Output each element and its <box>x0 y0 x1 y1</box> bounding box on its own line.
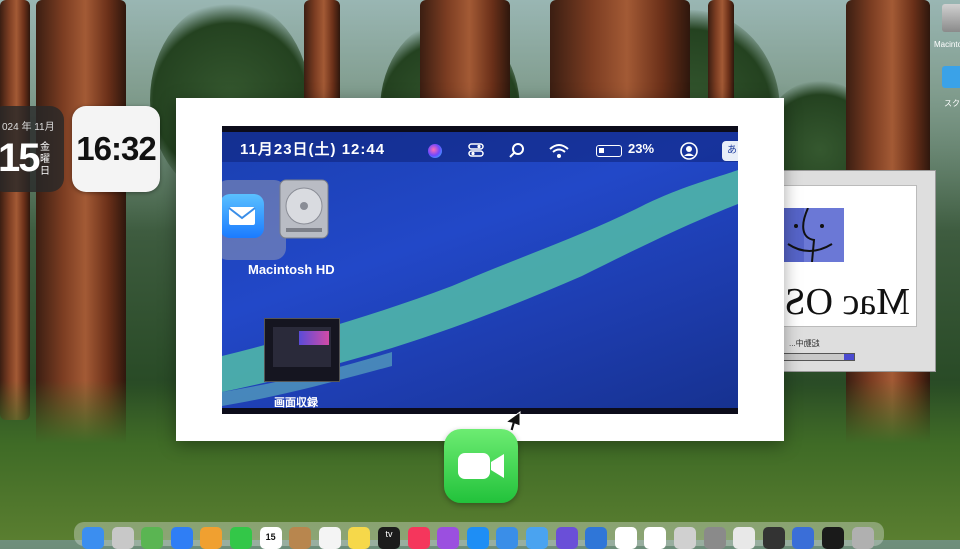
calendar-month: 024 年 11月 <box>2 122 55 133</box>
recorded-screen: 11月23日(土) 12:44 23% あ Macintosh HD 画面収録 <box>222 126 738 414</box>
facetime-icon[interactable] <box>444 429 518 503</box>
calendar-weekday: 金曜日 <box>40 142 50 177</box>
imovie-icon[interactable] <box>555 527 578 549</box>
settings-icon[interactable] <box>703 527 726 549</box>
calendar-icon[interactable]: 15 <box>259 527 282 549</box>
screen-recording-window[interactable]: 11月23日(土) 12:44 23% あ Macintosh HD 画面収録 <box>176 98 784 441</box>
launchpad-icon[interactable] <box>111 527 134 549</box>
podcasts-icon[interactable] <box>437 527 460 549</box>
recorded-menubar: 11月23日(土) 12:44 23% あ <box>222 132 738 162</box>
menubar-datetime: 11月23日(土) 12:44 <box>240 141 386 158</box>
input-source-indicator[interactable]: あ <box>722 141 738 161</box>
screen-recording-thumbnail[interactable] <box>264 318 340 382</box>
utm-icon[interactable] <box>792 527 815 549</box>
mail-icon[interactable] <box>496 527 519 549</box>
weather-icon[interactable] <box>526 527 548 549</box>
calendar-widget[interactable]: 024 年 11月 15 金曜日 <box>0 106 64 192</box>
trash-icon[interactable] <box>851 527 874 549</box>
calendar-day: 15 <box>0 136 40 180</box>
os9-finder-face-icon <box>774 208 844 262</box>
battery-icon[interactable] <box>596 145 622 157</box>
clapper-icon[interactable] <box>762 527 785 549</box>
chrome-icon[interactable] <box>733 527 756 549</box>
mail-icon <box>222 194 264 238</box>
maps-icon[interactable] <box>141 527 164 549</box>
folder-label: スクリ <box>944 99 960 108</box>
safari-icon[interactable] <box>170 527 193 549</box>
os9-status-text: 起動中... <box>789 339 820 348</box>
battery-percent: 23% <box>628 141 655 156</box>
chatgpt-icon[interactable] <box>614 527 637 549</box>
siri-icon[interactable] <box>428 144 442 158</box>
terminal-icon[interactable] <box>822 527 844 549</box>
wifi-icon[interactable] <box>548 142 570 160</box>
dock: 15 tv <box>74 522 884 549</box>
finder-icon[interactable] <box>82 527 104 549</box>
user-account-icon[interactable] <box>680 142 698 160</box>
clock-widget[interactable]: 16:32 <box>72 106 160 192</box>
macintosh-hd-label: Macintosh HD <box>248 262 335 277</box>
os9-progress-fill <box>844 354 854 360</box>
folder-icon[interactable] <box>942 66 960 88</box>
xcode-icon[interactable] <box>585 527 608 549</box>
clock-time: 16:32 <box>76 130 156 167</box>
google-icon[interactable] <box>644 527 667 549</box>
preview-icon[interactable] <box>674 527 696 549</box>
control-center-icon[interactable] <box>468 143 484 157</box>
hard-drive-icon[interactable] <box>942 4 960 32</box>
photos-icon[interactable] <box>200 527 223 549</box>
facetime-icon[interactable] <box>230 527 252 549</box>
search-icon[interactable] <box>508 142 526 160</box>
hard-drive-label: Macinto <box>934 40 960 49</box>
appstore-icon[interactable] <box>466 527 489 549</box>
notes-icon[interactable] <box>348 527 371 549</box>
contacts-icon[interactable] <box>289 527 312 549</box>
appletv-icon[interactable]: tv <box>378 527 400 549</box>
macintosh-hd-icon[interactable] <box>272 176 336 242</box>
reminders-icon[interactable] <box>318 527 341 549</box>
music-icon[interactable] <box>407 527 430 549</box>
